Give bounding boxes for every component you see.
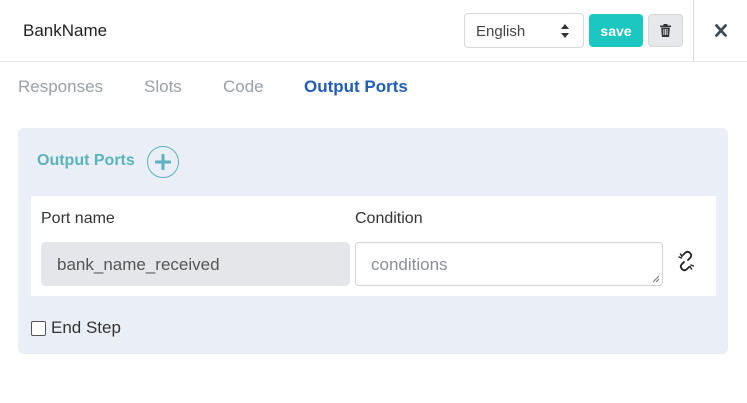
port-name-header: Port name <box>41 210 115 227</box>
ports-table: Port name Condition bank_name_received c… <box>31 196 716 296</box>
language-select-value: English <box>476 23 526 40</box>
unlink-chain-icon <box>678 250 695 272</box>
output-ports-title: Output Ports <box>37 152 135 169</box>
end-step-checkbox[interactable] <box>31 321 46 336</box>
add-port-button[interactable] <box>147 146 179 178</box>
node-title: BankName <box>23 21 108 40</box>
output-ports-panel: Output Ports Port name Condition bank_na… <box>18 128 728 354</box>
tab-slots[interactable]: Slots <box>144 77 182 97</box>
tab-output-ports[interactable]: Output Ports <box>304 77 408 97</box>
save-button[interactable]: save <box>589 14 643 47</box>
delete-button[interactable] <box>648 14 683 47</box>
tab-code[interactable]: Code <box>223 77 264 97</box>
resize-grip-icon[interactable] <box>652 275 660 283</box>
condition-field[interactable]: conditions <box>355 242 663 286</box>
sort-arrows-icon <box>561 24 569 38</box>
header-divider <box>693 0 694 62</box>
trash-icon <box>660 24 671 37</box>
condition-placeholder: conditions <box>371 255 448 274</box>
editor-header: BankName English save <box>0 0 747 62</box>
close-button[interactable] <box>710 20 732 42</box>
tab-responses[interactable]: Responses <box>18 77 103 97</box>
end-step-label[interactable]: End Step <box>51 318 121 338</box>
language-select[interactable]: English <box>464 13 584 48</box>
close-x-icon <box>715 24 727 37</box>
editor-tabs: Responses Slots Code Output Ports <box>0 62 747 112</box>
condition-header: Condition <box>355 210 423 227</box>
port-name-field[interactable]: bank_name_received <box>41 242 350 286</box>
plus-icon <box>155 154 171 170</box>
unlink-port-button[interactable] <box>673 248 699 274</box>
